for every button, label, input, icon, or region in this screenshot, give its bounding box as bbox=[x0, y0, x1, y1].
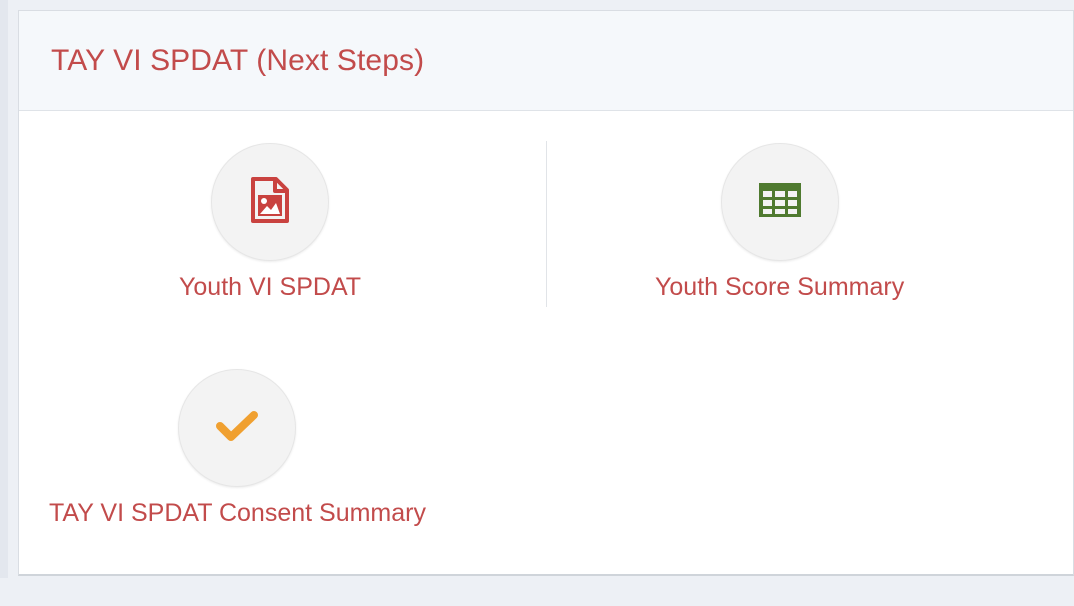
image-file-icon bbox=[249, 176, 291, 228]
panel-title: TAY VI SPDAT (Next Steps) bbox=[51, 43, 425, 77]
next-steps-panel: TAY VI SPDAT (Next Steps) Youth VI SPDAT bbox=[18, 10, 1074, 576]
panel-header: TAY VI SPDAT (Next Steps) bbox=[19, 11, 1073, 111]
tile-divider bbox=[546, 141, 547, 307]
tile-icon-circle[interactable] bbox=[720, 143, 839, 261]
checkmark-icon bbox=[216, 410, 259, 447]
tile-tay-vi-spdat-consent-summary[interactable]: TAY VI SPDAT Consent Summary bbox=[49, 369, 426, 528]
table-icon bbox=[758, 182, 802, 223]
tile-icon-circle[interactable] bbox=[211, 143, 330, 261]
tile-label[interactable]: Youth VI SPDAT bbox=[179, 273, 361, 302]
page-background-footer bbox=[0, 578, 1074, 606]
tile-label[interactable]: TAY VI SPDAT Consent Summary bbox=[49, 499, 426, 528]
tile-label[interactable]: Youth Score Summary bbox=[655, 273, 904, 302]
left-sidebar-edge bbox=[0, 0, 8, 606]
tile-youth-vi-spdat[interactable]: Youth VI SPDAT bbox=[179, 143, 361, 302]
tile-youth-score-summary[interactable]: Youth Score Summary bbox=[655, 143, 904, 302]
tile-icon-circle[interactable] bbox=[178, 369, 297, 487]
